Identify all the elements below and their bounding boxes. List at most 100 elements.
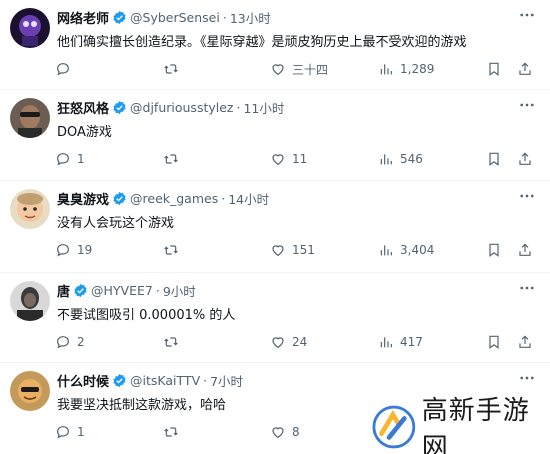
like-button[interactable]: 11 bbox=[270, 150, 307, 168]
separator-dot: · bbox=[221, 190, 226, 206]
more-options-icon[interactable] bbox=[518, 96, 536, 114]
views-chart-icon bbox=[380, 245, 392, 256]
more-options-icon[interactable] bbox=[518, 279, 536, 297]
timestamp[interactable]: 13小时 bbox=[230, 8, 271, 27]
heart-icon bbox=[272, 245, 284, 257]
retweet-button[interactable] bbox=[163, 150, 185, 168]
retweet-button[interactable] bbox=[163, 423, 185, 441]
views-chart-icon bbox=[380, 337, 392, 348]
author-name[interactable]: 唐 bbox=[57, 281, 70, 300]
share-button[interactable] bbox=[517, 150, 533, 168]
author-name[interactable]: 狂怒风格 bbox=[57, 98, 109, 117]
action-bar: 1 11 546 bbox=[55, 150, 535, 168]
retweet-button[interactable] bbox=[163, 60, 185, 78]
verified-badge-icon bbox=[113, 191, 126, 205]
reply-icon bbox=[57, 426, 69, 439]
action-bar: 2 24 417 bbox=[55, 333, 535, 351]
views-chart-icon bbox=[380, 154, 392, 165]
tweet-header: 唐 @HYVEE7 · 9小时 bbox=[57, 281, 196, 300]
avatar[interactable] bbox=[10, 98, 50, 138]
reply-icon bbox=[57, 336, 69, 349]
brand-logo-icon bbox=[372, 405, 416, 449]
bookmark-icon bbox=[489, 335, 499, 349]
avatar[interactable] bbox=[10, 189, 50, 229]
more-options-icon[interactable] bbox=[518, 369, 536, 387]
like-button[interactable]: 8 bbox=[270, 423, 300, 441]
author-name[interactable]: 什么时候 bbox=[57, 371, 109, 390]
author-handle[interactable]: @HYVEE7 bbox=[91, 283, 153, 298]
share-button[interactable] bbox=[517, 60, 533, 78]
share-button[interactable] bbox=[517, 333, 533, 351]
bookmark-icon bbox=[489, 243, 499, 257]
like-count: 11 bbox=[292, 152, 308, 166]
heart-icon bbox=[272, 337, 284, 349]
reply-button[interactable] bbox=[55, 60, 77, 78]
more-options-icon[interactable] bbox=[518, 6, 536, 24]
watermark-brand: 高新手游网 bbox=[372, 396, 550, 454]
like-count: 151 bbox=[292, 243, 315, 257]
avatar[interactable] bbox=[10, 8, 50, 48]
action-bar: 19 151 3,404 bbox=[55, 241, 535, 259]
views-button[interactable]: 1,289 bbox=[378, 60, 434, 78]
tweet[interactable]: 网络老师 @SyberSensei · 13小时 他们确实擅长创造纪录。《星际穿… bbox=[0, 0, 550, 90]
tweet-header: 臭臭游戏 @reek_games · 14小时 bbox=[57, 189, 269, 208]
views-button[interactable]: 3,404 bbox=[378, 241, 434, 259]
action-bar: 三十四 1,289 bbox=[55, 60, 535, 78]
reply-button[interactable]: 19 bbox=[55, 241, 92, 259]
author-name[interactable]: 网络老师 bbox=[57, 8, 109, 27]
tweet[interactable]: 臭臭游戏 @reek_games · 14小时 没有人会玩这个游戏 19 151 bbox=[0, 181, 550, 273]
more-options-icon[interactable] bbox=[518, 187, 536, 205]
author-handle[interactable]: @SyberSensei bbox=[130, 10, 220, 25]
tweet-header: 什么时候 @itsKaiTTV · 7小时 bbox=[57, 371, 243, 390]
reply-count: 2 bbox=[77, 335, 85, 349]
avatar[interactable] bbox=[10, 371, 50, 411]
timestamp[interactable]: 11小时 bbox=[243, 98, 284, 117]
like-button[interactable]: 151 bbox=[270, 241, 315, 259]
reply-count: 1 bbox=[77, 152, 85, 166]
share-icon bbox=[519, 62, 531, 75]
reply-button[interactable]: 2 bbox=[55, 333, 85, 351]
timestamp[interactable]: 14小时 bbox=[228, 189, 269, 208]
verified-badge-icon bbox=[113, 10, 126, 24]
bookmark-button[interactable] bbox=[486, 150, 502, 168]
tweet-text: 没有人会玩这个游戏 bbox=[57, 216, 175, 231]
verified-badge-icon bbox=[74, 283, 87, 297]
reply-button[interactable]: 1 bbox=[55, 423, 85, 441]
view-count: 1,289 bbox=[400, 62, 435, 76]
tweet[interactable]: 狂怒风格 @djfuriousstylez · 11小时 DOA游戏 1 11 bbox=[0, 90, 550, 181]
like-button[interactable]: 三十四 bbox=[270, 60, 328, 78]
retweet-icon bbox=[164, 64, 178, 74]
like-count: 24 bbox=[292, 335, 308, 349]
retweet-button[interactable] bbox=[163, 333, 185, 351]
reply-button[interactable]: 1 bbox=[55, 150, 85, 168]
separator-dot: · bbox=[222, 9, 227, 25]
timestamp[interactable]: 7小时 bbox=[210, 371, 243, 390]
tweet-header: 网络老师 @SyberSensei · 13小时 bbox=[57, 8, 271, 27]
share-button[interactable] bbox=[517, 241, 533, 259]
author-handle[interactable]: @djfuriousstylez bbox=[130, 100, 233, 115]
retweet-button[interactable] bbox=[163, 241, 185, 259]
retweet-icon bbox=[164, 427, 178, 437]
tweet-text: DOA游戏 bbox=[57, 125, 112, 140]
bookmark-button[interactable] bbox=[486, 60, 502, 78]
verified-badge-icon bbox=[113, 100, 126, 114]
tweet-text: 他们确实擅长创造纪录。《星际穿越》是顽皮狗历史上最不受欢迎的游戏 bbox=[57, 35, 467, 50]
bookmark-button[interactable] bbox=[486, 333, 502, 351]
bookmark-button[interactable] bbox=[486, 241, 502, 259]
like-count: 8 bbox=[292, 425, 300, 439]
share-icon bbox=[519, 152, 531, 165]
avatar[interactable] bbox=[10, 281, 50, 321]
like-count: 三十四 bbox=[292, 62, 329, 77]
author-name[interactable]: 臭臭游戏 bbox=[57, 189, 109, 208]
views-button[interactable]: 417 bbox=[378, 333, 423, 351]
reply-count: 1 bbox=[77, 425, 85, 439]
separator-dot: · bbox=[236, 99, 241, 115]
views-button[interactable]: 546 bbox=[378, 150, 423, 168]
author-handle[interactable]: @reek_games bbox=[130, 191, 218, 206]
timestamp[interactable]: 9小时 bbox=[163, 281, 196, 300]
author-handle[interactable]: @itsKaiTTV bbox=[130, 373, 200, 388]
tweet[interactable]: 唐 @HYVEE7 · 9小时 不要试图吸引 0.00001% 的人 2 24 bbox=[0, 273, 550, 363]
like-button[interactable]: 24 bbox=[270, 333, 307, 351]
reply-icon bbox=[57, 63, 69, 76]
retweet-icon bbox=[164, 337, 178, 347]
